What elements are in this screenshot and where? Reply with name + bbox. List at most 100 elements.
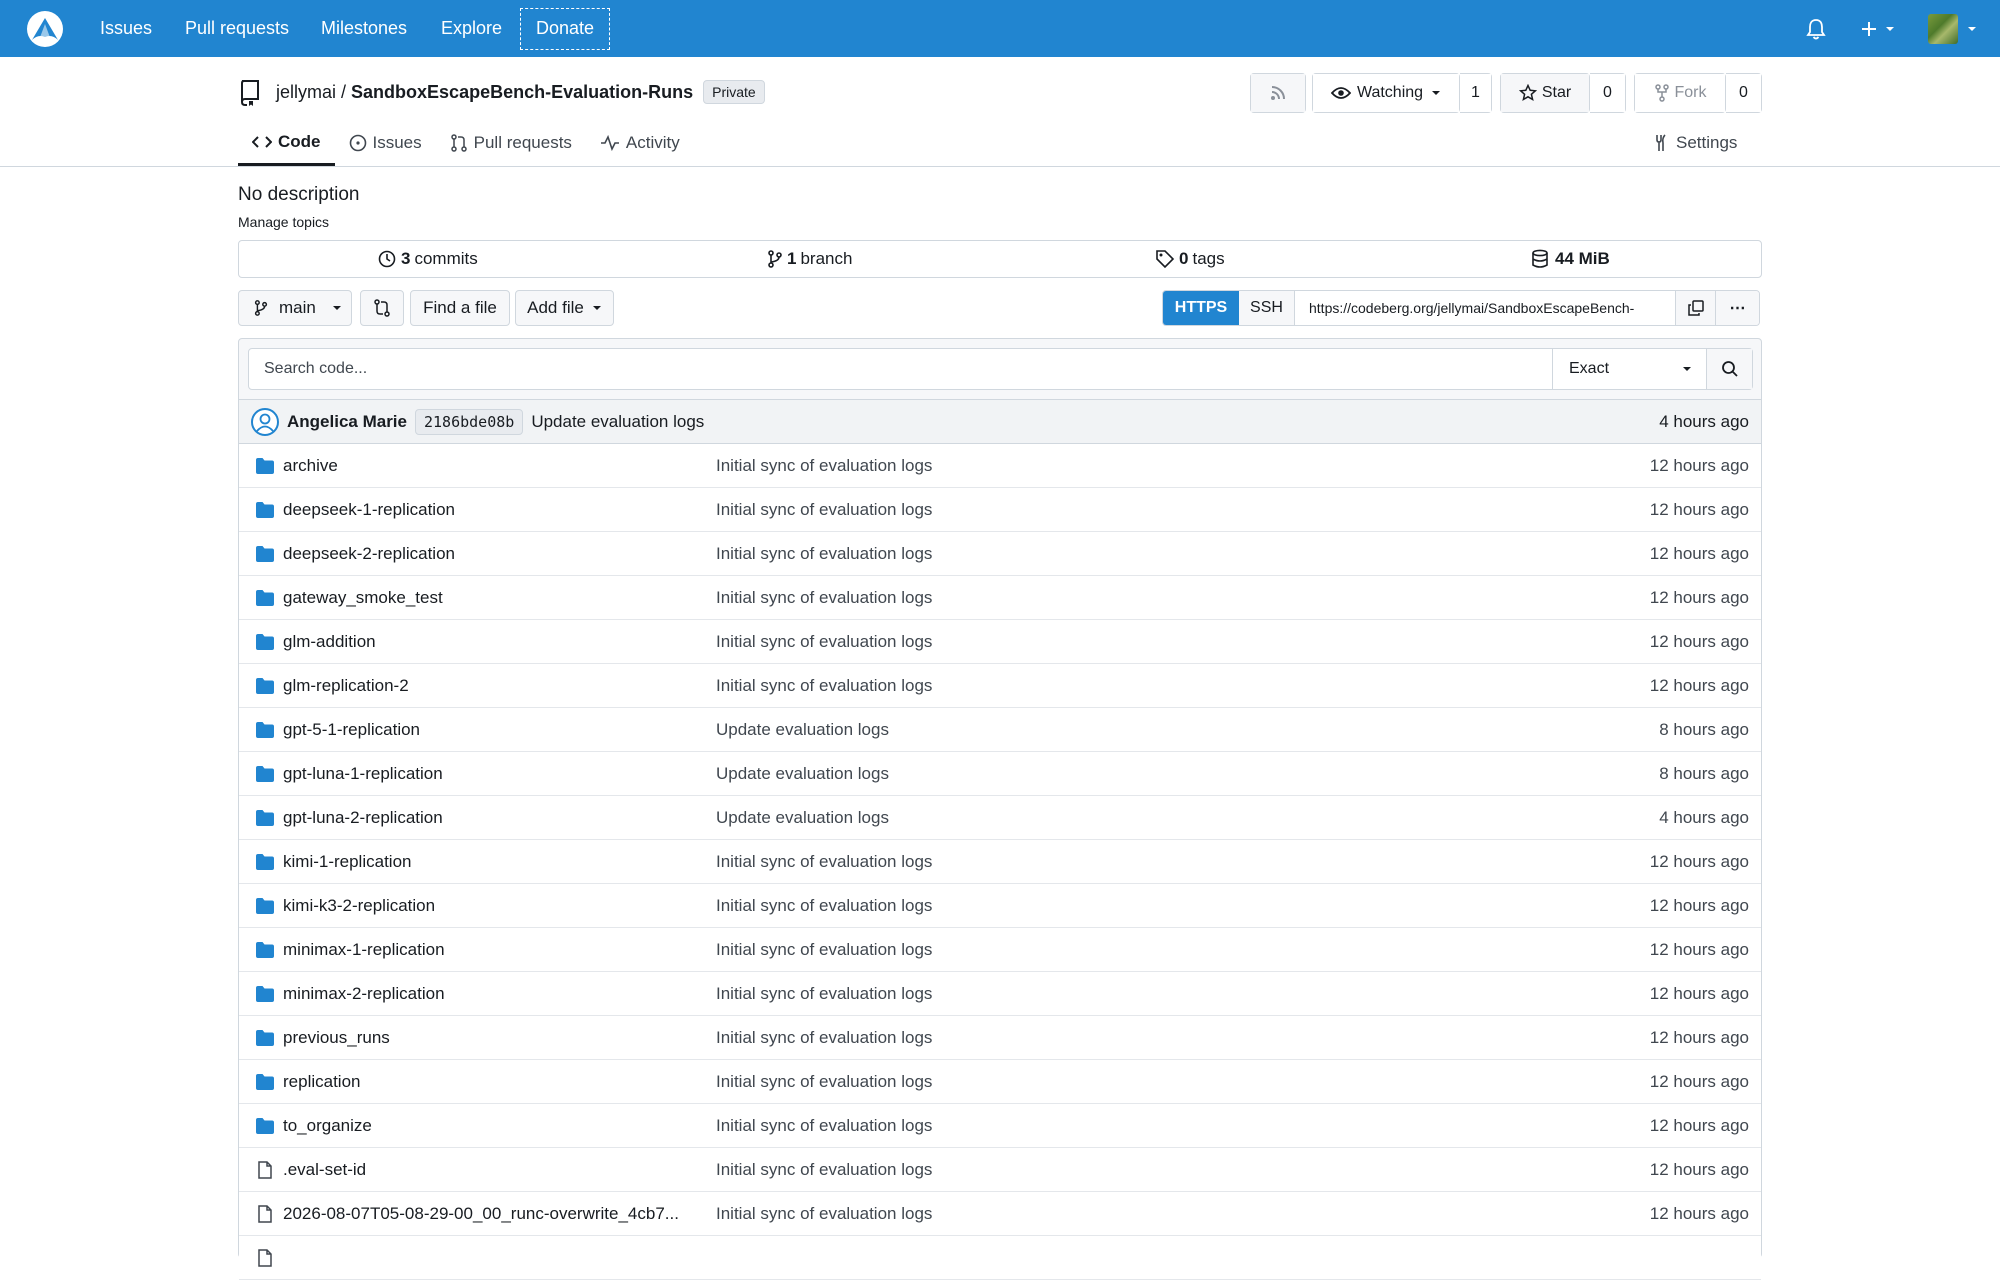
file-commit-message[interactable]: Initial sync of evaluation logs [716,500,932,520]
tab-issues[interactable]: Issues [335,120,436,166]
clone-url-field[interactable]: https://codeberg.org/jellymai/SandboxEsc… [1295,291,1675,325]
avatar[interactable] [251,407,279,436]
rss-button[interactable] [1250,73,1306,113]
tab-code[interactable]: Code [238,120,335,166]
file-row[interactable]: minimax-1-replication Initial sync of eva… [239,928,1761,972]
file-name-link[interactable]: to_organize [283,1116,372,1136]
branches-stat[interactable]: 1 branch [767,241,852,277]
file-commit-message[interactable]: Initial sync of evaluation logs [716,852,932,872]
file-commit-message[interactable]: Initial sync of evaluation logs [716,1204,932,1224]
tags-stat[interactable]: 0 tags [1155,241,1225,277]
star-button[interactable]: Star [1501,74,1589,112]
file-name-link[interactable]: 2026-08-07T05-08-29-00_00_runc-overwrite… [283,1204,679,1224]
file-commit-message[interactable]: Initial sync of evaluation logs [716,456,932,476]
notifications-button[interactable] [1806,0,1826,57]
file-commit-message[interactable]: Initial sync of evaluation logs [716,544,932,564]
file-row[interactable]: gpt-luna-2-replication Update evaluation … [239,796,1761,840]
file-row[interactable]: minimax-2-replication Initial sync of eva… [239,972,1761,1016]
file-name-link[interactable]: replication [283,1072,361,1092]
create-new-button[interactable] [1860,0,1896,57]
nav-pull-requests[interactable]: Pull requests [185,0,289,57]
file-name-link[interactable]: deepseek-2-replication [283,544,455,564]
branch-selector[interactable]: main [238,290,352,326]
file-name-link[interactable]: previous_runs [283,1028,390,1048]
file-name-link[interactable]: deepseek-1-replication [283,500,455,520]
file-commit-message[interactable]: Update evaluation logs [716,764,889,784]
file-commit-message[interactable]: Initial sync of evaluation logs [716,588,932,608]
file-name-link[interactable]: kimi-1-replication [283,852,411,872]
commits-stat[interactable]: 3 commits [377,241,478,277]
search-button[interactable] [1706,349,1752,389]
file-name-link[interactable]: gateway_smoke_test [283,588,443,608]
rss-seg[interactable] [1251,74,1305,112]
fork-button[interactable]: Fork [1635,74,1725,112]
file-name-link[interactable]: glm-addition [283,632,376,652]
add-file-button[interactable]: Add file [515,290,614,326]
file-commit-message[interactable]: Update evaluation logs [716,808,889,828]
commit-sha-button[interactable]: 2186bde08b [415,408,524,435]
search-mode-dropdown[interactable]: Exact [1552,349,1706,389]
search-input[interactable] [249,349,1552,389]
more-options-button[interactable]: ⋯ [1715,291,1759,325]
file-name-link[interactable]: minimax-1-replication [283,940,445,960]
repo-size-stat[interactable]: 44 MiB [1531,241,1614,277]
file-name-link[interactable]: .eval-set-id [283,1160,366,1180]
file-row[interactable]: replication Initial sync of evaluation lo… [239,1060,1761,1104]
file-row[interactable]: 2026-08-07T05-08-29-00_00_runc-overwrite… [239,1192,1761,1236]
file-row[interactable]: to_organize Initial sync of evaluation lo… [239,1104,1761,1148]
copy-url-button[interactable] [1675,291,1715,325]
file-row[interactable]: gpt-5-1-replication Update evaluation log… [239,708,1761,752]
file-commit-message[interactable]: Initial sync of evaluation logs [716,940,932,960]
tab-pull-requests[interactable]: Pull requests [436,120,586,166]
file-commit-message[interactable]: Initial sync of evaluation logs [716,1160,932,1180]
file-name-link[interactable]: archive [283,456,338,476]
file-commit-message[interactable]: Initial sync of evaluation logs [716,1116,932,1136]
codeberg-logo-icon[interactable] [26,10,64,48]
fork-count[interactable]: 0 [1726,73,1762,113]
file-commit-message[interactable]: Initial sync of evaluation logs [716,1072,932,1092]
file-row[interactable]: gpt-luna-1-replication Update evaluation … [239,752,1761,796]
file-row[interactable]: gateway_smoke_test Initial sync of evalua… [239,576,1761,620]
file-name-link[interactable]: minimax-2-replication [283,984,445,1004]
tab-settings[interactable]: Settings [1652,120,1737,166]
file-commit-message[interactable]: Initial sync of evaluation logs [716,676,932,696]
watch-count[interactable]: 1 [1460,73,1492,113]
file-row[interactable]: previous_runs Initial sync of evaluation … [239,1016,1761,1060]
commit-message[interactable]: Update evaluation logs [531,412,704,432]
tab-activity[interactable]: Activity [586,120,694,166]
https-toggle[interactable]: HTTPS [1163,291,1239,325]
file-row[interactable]: kimi-k3-2-replication Initial sync of eva… [239,884,1761,928]
file-name-link[interactable]: kimi-k3-2-replication [283,896,435,916]
file-commit-message[interactable]: Initial sync of evaluation logs [716,1028,932,1048]
file-name-link[interactable]: gpt-luna-1-replication [283,764,443,784]
file-row[interactable]: archive Initial sync of evaluation logs 12… [239,444,1761,488]
manage-topics-link[interactable]: Manage topics [238,214,329,230]
star-count[interactable]: 0 [1590,73,1626,113]
watch-button[interactable]: Watching [1313,74,1459,112]
file-commit-message[interactable]: Update evaluation logs [716,720,889,740]
file-commit-message[interactable]: Initial sync of evaluation logs [716,896,932,916]
find-file-button[interactable]: Find a file [410,290,510,326]
file-name-link[interactable]: gpt-luna-2-replication [283,808,443,828]
donate-button[interactable]: Donate [520,8,610,50]
nav-issues[interactable]: Issues [100,0,152,57]
compare-button[interactable] [360,290,404,326]
ssh-toggle[interactable]: SSH [1239,291,1295,325]
file-row[interactable]: deepseek-2-replication Initial sync of ev… [239,532,1761,576]
file-row[interactable]: glm-replication-2 Initial sync of evaluat… [239,664,1761,708]
file-name-link[interactable]: gpt-5-1-replication [283,720,420,740]
repo-owner-link[interactable]: jellymai [276,82,336,103]
nav-milestones[interactable]: Milestones [321,0,407,57]
file-commit-message[interactable]: Initial sync of evaluation logs [716,632,932,652]
file-name-link[interactable]: glm-replication-2 [283,676,409,696]
file-row[interactable]: deepseek-1-replication Initial sync of ev… [239,488,1761,532]
commit-author[interactable]: Angelica Marie [287,412,407,432]
file-row[interactable]: glm-addition Initial sync of evaluation l… [239,620,1761,664]
file-row[interactable] [239,1236,1761,1280]
repo-name-link[interactable]: SandboxEscapeBench-Evaluation-Runs [351,82,693,103]
nav-explore[interactable]: Explore [441,0,502,57]
file-commit-message[interactable]: Initial sync of evaluation logs [716,984,932,1004]
file-row[interactable]: .eval-set-id Initial sync of evaluation l… [239,1148,1761,1192]
user-menu-button[interactable] [1928,0,1978,57]
file-row[interactable]: kimi-1-replication Initial sync of evalua… [239,840,1761,884]
